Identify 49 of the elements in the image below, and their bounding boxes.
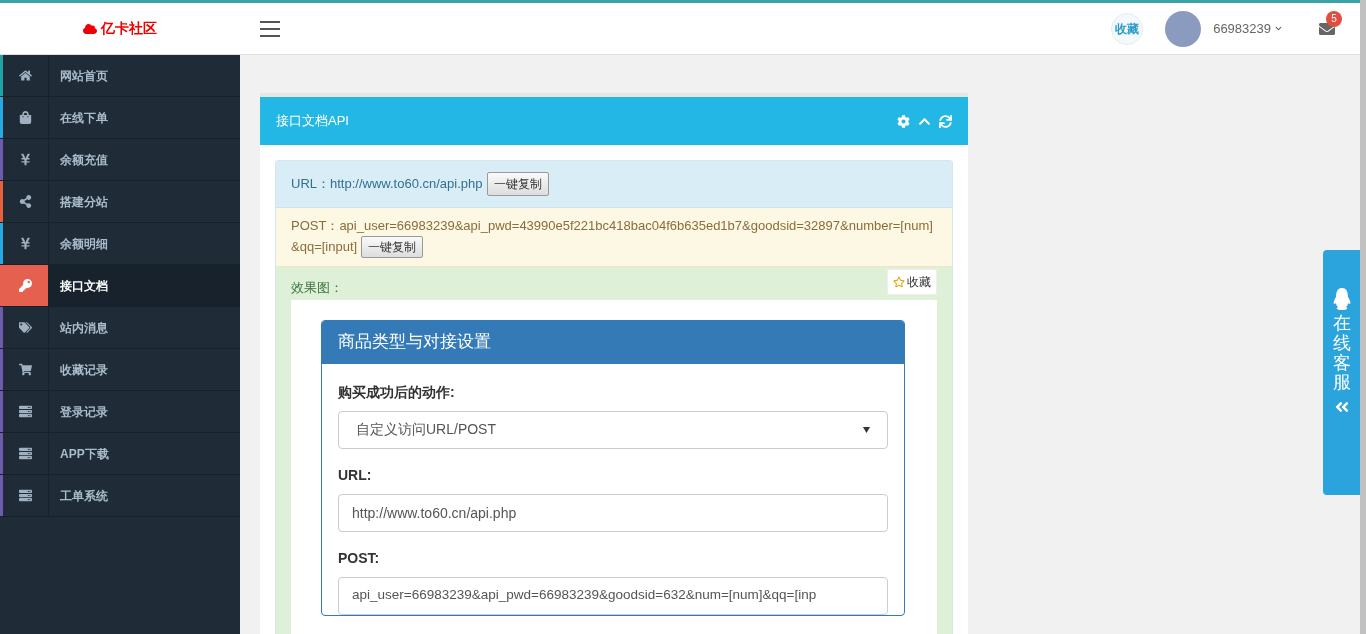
home-icon bbox=[19, 69, 32, 82]
favorite-button[interactable]: 收藏 bbox=[887, 269, 937, 295]
menu-button[interactable] bbox=[260, 20, 280, 37]
panel-title: 接口文档API bbox=[276, 112, 350, 131]
server-icon bbox=[19, 405, 32, 418]
sidebar-item[interactable]: 搭建分站 bbox=[0, 181, 240, 223]
avatar[interactable] bbox=[1165, 10, 1202, 47]
field-label: URL: bbox=[338, 465, 373, 485]
preview-label: 效果图： bbox=[291, 279, 343, 297]
star-icon bbox=[893, 276, 905, 288]
support-label: 在线客服 bbox=[1332, 314, 1351, 394]
refresh-icon[interactable] bbox=[939, 114, 952, 128]
url-text: URL：http://www.to60.cn/api.php bbox=[291, 175, 483, 194]
action-select[interactable]: 自定义访问URL/POST bbox=[338, 410, 888, 449]
mail-badge: 5 bbox=[1326, 10, 1342, 27]
penguin-icon bbox=[1332, 288, 1351, 310]
sidebar-item[interactable]: 登录记录 bbox=[0, 391, 240, 433]
share-icon bbox=[19, 195, 32, 208]
copy-button[interactable]: 一键复制 bbox=[360, 236, 423, 258]
site-logo[interactable]: 亿卡社区 bbox=[101, 18, 157, 39]
sidebar-item[interactable]: 站内消息 bbox=[0, 307, 240, 349]
tags-icon bbox=[19, 321, 32, 334]
sidebar-item[interactable]: 余额充值 bbox=[0, 139, 240, 181]
url-input[interactable]: http://www.to60.cn/api.php bbox=[338, 493, 888, 532]
shopping-bag-icon bbox=[19, 111, 32, 124]
post-input[interactable]: api_user=66983239&api_pwd=66983239&goodsid=632&num=[num]&qq=[inp bbox=[338, 576, 888, 615]
field-label: POST: bbox=[338, 548, 381, 568]
server-icon bbox=[19, 489, 32, 502]
field-label: 购买成功后的动作: bbox=[338, 382, 456, 402]
post-text: POST：api_user=66983239&api_pwd=43990e5f221bc418bac04f6b635ed1b7&goodsid=32897&number=[num]&qq=[input] 一键复制 bbox=[291, 216, 937, 258]
sidebar-item[interactable]: 接口文档 bbox=[0, 265, 240, 307]
settings-icon[interactable] bbox=[897, 114, 910, 128]
cloud-icon bbox=[83, 21, 97, 36]
caret-icon bbox=[1275, 25, 1282, 32]
server-icon bbox=[19, 447, 32, 460]
sidebar-item[interactable]: 工单系统 bbox=[0, 475, 240, 517]
dropdown-arrow-icon bbox=[863, 426, 870, 433]
card-title: 商品类型与对接设置 bbox=[338, 331, 491, 354]
copy-button[interactable]: 一键复制 bbox=[486, 172, 549, 196]
user-menu[interactable]: 66983239 bbox=[1213, 18, 1282, 39]
sidebar-item[interactable]: 在线下单 bbox=[0, 97, 240, 139]
cart-icon bbox=[19, 363, 32, 376]
sidebar-item[interactable]: 收藏记录 bbox=[0, 349, 240, 391]
yen-icon bbox=[19, 153, 32, 166]
sidebar-item[interactable]: 网站首页 bbox=[0, 55, 240, 97]
yen-icon bbox=[19, 237, 32, 250]
key-icon bbox=[19, 279, 32, 292]
sidebar-item[interactable]: APP下载 bbox=[0, 433, 240, 475]
mail-icon[interactable] bbox=[1318, 20, 1336, 37]
